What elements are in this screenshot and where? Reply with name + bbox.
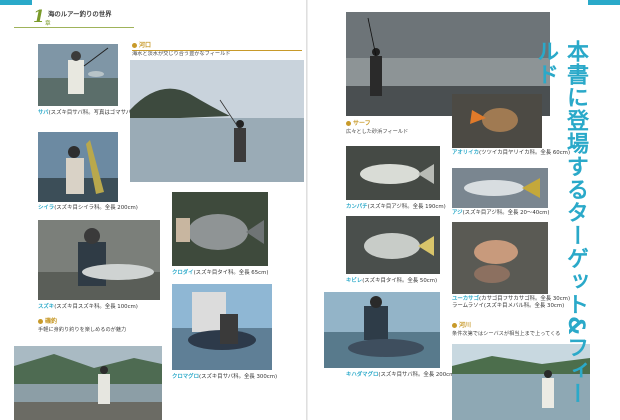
section-sub: 手軽に身釣り釣りを楽しめるのが魅力 (38, 327, 127, 333)
caption-kasago: ユーカサゴ(カサゴ目フサカサゴ科。全長 30cm) (452, 296, 570, 303)
section-bullet-icon (38, 318, 43, 324)
caption-name: キビレ (346, 278, 363, 284)
section-sub: 条件次第ではシーバスが相当上まで上ってくる (452, 331, 561, 337)
caption-name: キハダマグロ (346, 372, 379, 378)
caption-name: ユーカサゴ (452, 296, 479, 302)
photo-kakou (130, 60, 304, 182)
caption-name: スズキ (38, 304, 55, 310)
section-heading: 磯釣 (45, 318, 58, 325)
caption-name: アジ (452, 210, 463, 216)
chapter-number: 1 (33, 7, 45, 27)
caption-kibire: キビレ(スズキ目タイ科。全長 50cm) (346, 278, 437, 285)
photo-saba (38, 44, 118, 106)
section-kasen: 河川 条件次第ではシーバスが相当上まで上ってくる (452, 322, 560, 338)
caption-name: アオリイカ (452, 150, 479, 156)
photo-kihada (324, 292, 440, 368)
caption-text: (スズキ目シイラ科。全長 200cm) (54, 205, 138, 211)
page-spine (306, 0, 308, 420)
vertical-feature-title: 本書に登場するターゲット&フィールド (533, 40, 588, 406)
section-bullet-icon (452, 322, 457, 328)
caption-text: ラームラソイ(スズキ目メバル科。全長 30cm) (452, 303, 565, 309)
caption-text: (スズキ目アジ科。全長 20〜40cm) (462, 210, 550, 216)
caption-name: シイラ (38, 205, 55, 211)
section-heading: 河口 (139, 42, 152, 49)
photo-aoriika (452, 94, 542, 148)
photo-kibire (346, 216, 440, 274)
section-rule (132, 50, 302, 51)
section-surf: サーフ 広々とした砂浜フィールド (346, 120, 408, 136)
chapter-title: 海のルアー釣りの世界 (48, 10, 112, 18)
photo-kurodai (172, 192, 268, 266)
caption-soi: ラームラソイ(スズキ目メバル科。全長 30cm) (452, 303, 564, 310)
caption-name: クロマグロ (172, 374, 199, 380)
caption-kihada: キハダマグロ(スズキ目サバ科。全長 200cm) (346, 372, 456, 379)
chapter-label: 章 (45, 21, 51, 27)
photo-aji (452, 168, 548, 208)
caption-kuromaguro: クロマグロ(スズキ目サバ科。全長 300cm) (172, 374, 277, 381)
section-heading: 河川 (459, 322, 472, 329)
section-bullet-icon (132, 42, 137, 48)
section-sub: 広々とした砂浜フィールド (346, 129, 409, 135)
photo-suzuki (38, 220, 160, 300)
caption-aoriika: アオリイカ(ツツイカ目ヤリイカ科。全長 60cm) (452, 150, 570, 157)
caption-text: (スズキ目アジ科。全長 190cm) (367, 204, 446, 210)
section-iso: 磯釣 手軽に身釣り釣りを楽しめるのが魅力 (38, 318, 126, 334)
caption-text: (スズキ目タイ科。全長 65cm) (193, 270, 269, 276)
top-band-right (588, 0, 620, 5)
caption-text: (スズキ目サバ科。全長 300cm) (198, 374, 278, 380)
caption-suzuki: スズキ(スズキ目スズキ科。全長 100cm) (38, 304, 138, 311)
caption-name: カンパチ (346, 204, 368, 210)
photo-kanpachi (346, 146, 440, 200)
caption-kurodai: クロダイ(スズキ目タイ科。全長 65cm) (172, 270, 268, 277)
photo-iso (14, 346, 162, 420)
caption-aji: アジ(スズキ目アジ科。全長 20〜40cm) (452, 210, 550, 217)
photo-kuromaguro (172, 284, 272, 370)
caption-text: (スズキ目サバ科。全長 200cm) (378, 372, 457, 378)
section-sub: 海水と淡水が交じり合う豊かなフィールド (132, 51, 231, 57)
caption-name: クロダイ (172, 270, 194, 276)
caption-kanpachi: カンパチ(スズキ目アジ科。全長 190cm) (346, 204, 446, 211)
top-band-left (0, 0, 32, 5)
photo-shiira (38, 132, 118, 202)
caption-name: サバ (38, 110, 49, 116)
caption-text: (スズキ目スズキ科。全長 100cm) (54, 304, 138, 310)
magazine-spread: 1 海のルアー釣りの世界 章 サバ(スズキ目サバ科。写真はゴマサバ。全長 50c… (0, 0, 620, 420)
caption-text: (スズキ目タイ科。全長 50cm) (362, 278, 438, 284)
section-bullet-icon (346, 120, 351, 126)
chapter-rule (14, 27, 134, 28)
photo-kasago (452, 222, 548, 294)
caption-shiira: シイラ(スズキ目シイラ科。全長 200cm) (38, 205, 138, 212)
section-heading: サーフ (353, 120, 371, 127)
